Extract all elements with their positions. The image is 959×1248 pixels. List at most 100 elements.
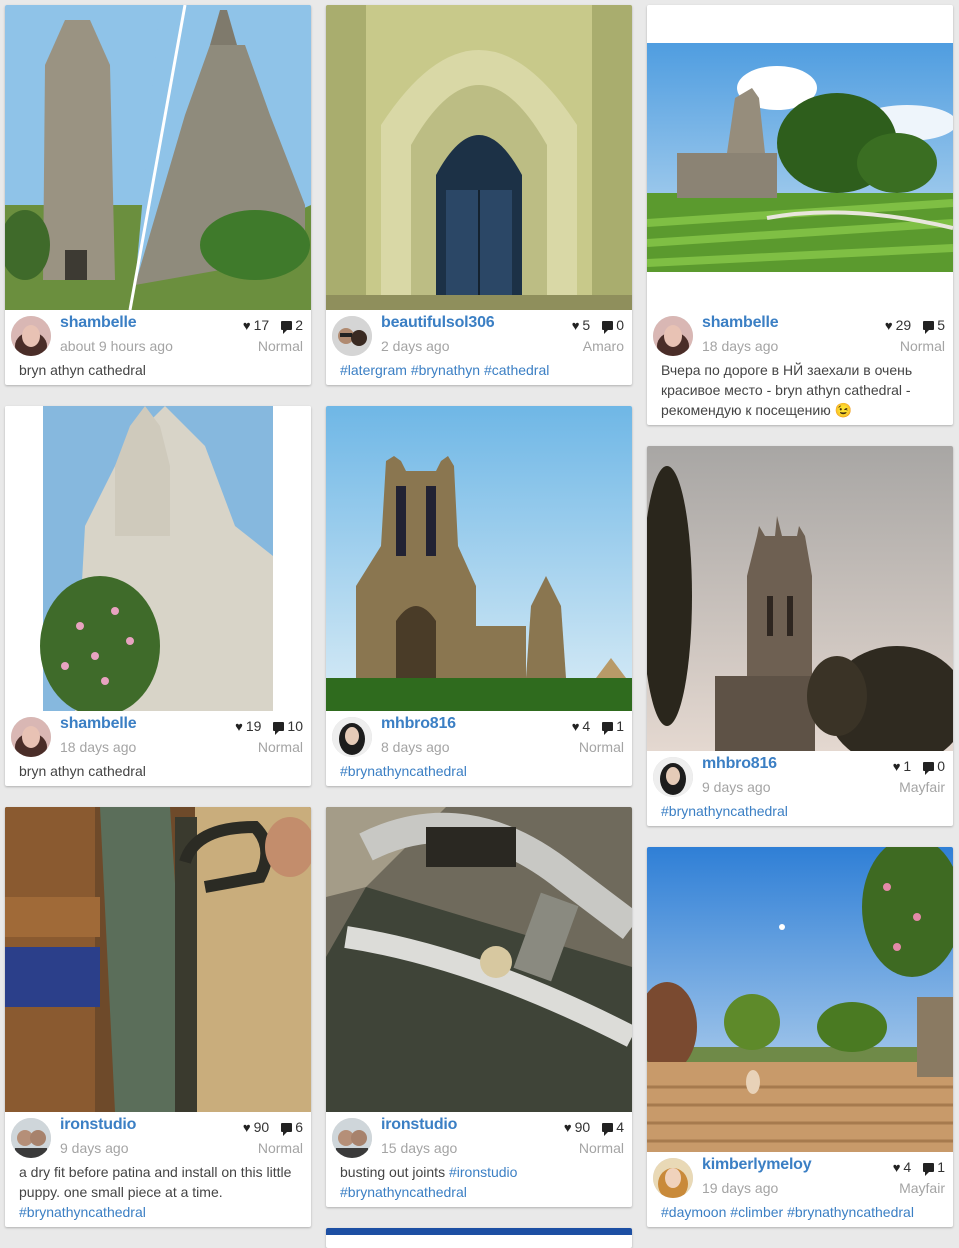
post-photo[interactable] [5,807,311,1112]
filter-name: Mayfair [899,779,945,795]
like-count: 4 [582,718,591,734]
heart-icon: ♥ [242,1119,251,1135]
post-photo[interactable] [647,847,953,1152]
post-card[interactable]: kimberlymeloy 19 days ago ♥ 4 1 Mayfair … [647,847,953,1227]
hashtag-link[interactable]: #cathedral [484,362,549,378]
post-photo[interactable] [5,406,311,711]
hashtag-link[interactable]: #brynathyncathedral [340,1184,467,1200]
post-caption: #daymoon #climber #brynathyncathedral [661,1202,941,1222]
post-photo[interactable] [326,1228,632,1235]
hashtag-link[interactable]: #brynathyn [411,362,480,378]
hashtag-link[interactable]: #ironstudio [449,1164,518,1180]
post-photo[interactable] [647,43,953,272]
hashtag-link[interactable]: #climber [730,1204,783,1220]
post-photo[interactable] [326,807,632,1112]
comment-icon [602,1122,614,1136]
username-link[interactable]: kimberlymeloy [702,1156,812,1174]
user-avatar[interactable] [653,1158,693,1198]
post-card[interactable] [326,1228,632,1248]
username-link[interactable]: ironstudio [381,1116,457,1134]
username-link[interactable]: ironstudio [60,1116,136,1134]
post-stats: ♥ 29 5 [884,317,945,334]
comment-icon [281,320,293,334]
filter-name: Normal [899,338,945,354]
heart-icon: ♥ [884,317,893,333]
username-link[interactable]: mhbro816 [702,755,777,773]
username-link[interactable]: mhbro816 [381,715,456,733]
user-avatar[interactable] [11,717,51,757]
post-card[interactable]: mhbro816 8 days ago ♥ 4 1 Normal #brynat… [326,406,632,786]
caption-text: bryn athyn cathedral [19,362,146,378]
post-card[interactable]: mhbro816 9 days ago ♥ 1 0 Mayfair #bryna… [647,446,953,826]
like-count: 5 [582,317,591,333]
post-stats: ♥ 4 1 [893,1159,945,1176]
post-caption: a dry fit before patina and install on t… [19,1162,299,1222]
like-count: 29 [895,317,912,333]
post-time: 8 days ago [381,739,450,755]
post-card[interactable]: shambelle 18 days ago ♥ 19 10 Normal bry… [5,406,311,786]
user-avatar[interactable] [11,316,51,356]
user-avatar[interactable] [653,757,693,797]
post-photo[interactable] [326,5,632,310]
comment-count: 4 [616,1119,624,1135]
comment-count: 0 [616,317,624,333]
comment-icon [923,761,935,775]
username-link[interactable]: shambelle [702,314,779,332]
comment-count: 0 [937,758,945,774]
post-caption: #latergram #brynathyn #cathedral [340,360,620,380]
post-time: 18 days ago [702,338,779,354]
like-count: 1 [903,758,912,774]
post-card[interactable]: beautifulsol306 2 days ago ♥ 5 0 Amaro #… [326,5,632,385]
hashtag-link[interactable]: #brynathyncathedral [19,1204,146,1220]
post-time: 2 days ago [381,338,450,354]
post-stats: ♥ 5 0 [572,317,624,334]
heart-icon: ♥ [563,1119,572,1135]
caption-text: bryn athyn cathedral [19,763,146,779]
post-photo[interactable] [647,446,953,751]
heart-icon: ♥ [571,718,580,734]
username-link[interactable]: shambelle [60,314,137,332]
post-caption: #brynathyncathedral [661,801,941,821]
post-card[interactable]: shambelle 18 days ago ♥ 29 5 Normal Вчер… [647,5,953,425]
heart-icon: ♥ [235,718,243,734]
post-stats: ♥ 4 1 [571,718,624,735]
post-photo[interactable] [326,406,632,711]
post-time: about 9 hours ago [60,338,173,354]
filter-name: Normal [578,739,624,755]
comment-icon [923,320,935,334]
comment-count: 1 [937,1159,945,1175]
comment-count: 5 [937,317,945,333]
user-avatar[interactable] [332,717,372,757]
hashtag-link[interactable]: #brynathyncathedral [787,1204,914,1220]
post-time: 9 days ago [60,1140,129,1156]
post-stats: ♥ 19 10 [235,718,303,735]
hashtag-link[interactable]: #brynathyncathedral [340,763,467,779]
username-link[interactable]: beautifulsol306 [381,314,495,332]
like-count: 90 [253,1119,270,1135]
post-caption: bryn athyn cathedral [19,360,299,380]
hashtag-link[interactable]: #brynathyncathedral [661,803,788,819]
filter-name: Normal [257,1140,303,1156]
post-card[interactable]: ironstudio 15 days ago ♥ 90 4 Normal bus… [326,807,632,1207]
like-count: 17 [253,317,270,333]
post-stats: ♥ 17 2 [242,317,303,334]
post-card[interactable]: ironstudio 9 days ago ♥ 90 6 Normal a dr… [5,807,311,1227]
post-stats: ♥ 1 0 [892,758,945,775]
post-photo[interactable] [5,5,311,310]
comment-count: 6 [295,1119,303,1135]
filter-name: Normal [257,338,303,354]
comment-icon [602,721,614,735]
heart-icon: ♥ [892,758,901,774]
user-avatar[interactable] [332,316,372,356]
like-count: 90 [574,1119,591,1135]
user-avatar[interactable] [11,1118,51,1158]
comment-count: 10 [287,718,303,734]
user-avatar[interactable] [653,316,693,356]
filter-name: Amaro [582,338,624,354]
username-link[interactable]: shambelle [60,715,137,733]
hashtag-link[interactable]: #daymoon [661,1204,726,1220]
hashtag-link[interactable]: #latergram [340,362,407,378]
heart-icon: ♥ [242,317,251,333]
post-card[interactable]: shambelle about 9 hours ago ♥ 17 2 Norma… [5,5,311,385]
user-avatar[interactable] [332,1118,372,1158]
